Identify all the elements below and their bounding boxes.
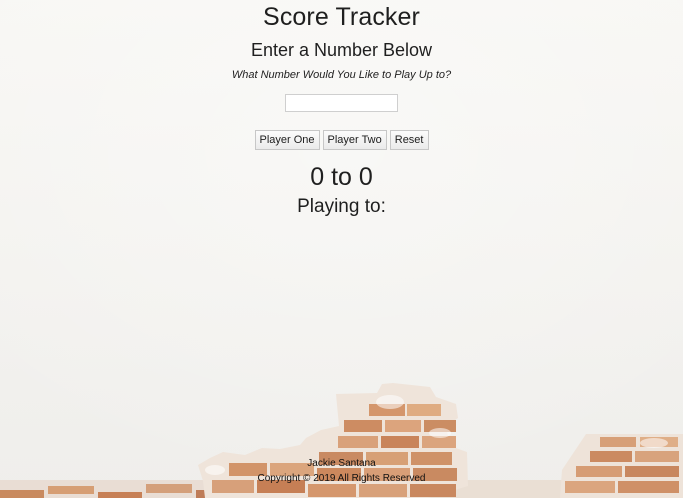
page-title: Score Tracker (263, 3, 420, 31)
input-row (0, 94, 683, 114)
score-buttons: Player One Player Two Reset (0, 130, 683, 150)
player-two-button[interactable]: Player Two (322, 130, 387, 150)
player-one-button[interactable]: Player One (254, 130, 320, 150)
player-one-score: 0 (310, 163, 325, 191)
score-display: 0 to 0 (0, 162, 683, 192)
playing-to-label: Playing to: (297, 196, 386, 217)
author-name: Jackie Santana (307, 458, 376, 469)
player-two-score: 0 (358, 163, 373, 191)
reset-button[interactable]: Reset (389, 130, 429, 150)
play-up-to-input[interactable] (285, 94, 398, 112)
playing-to-display: Playing to: (0, 195, 683, 219)
copyright-notice: Copyright © 2019 All Rights Reserved (257, 473, 426, 484)
play-up-to-prompt: What Number Would You Like to Play Up to… (231, 69, 452, 81)
page-footer: Jackie Santana Copyright © 2019 All Righ… (0, 456, 683, 486)
score-separator: to (331, 163, 352, 191)
page-subtitle: Enter a Number Below (250, 40, 433, 60)
score-tracker-app: Score Tracker Enter a Number Below What … (0, 0, 683, 219)
